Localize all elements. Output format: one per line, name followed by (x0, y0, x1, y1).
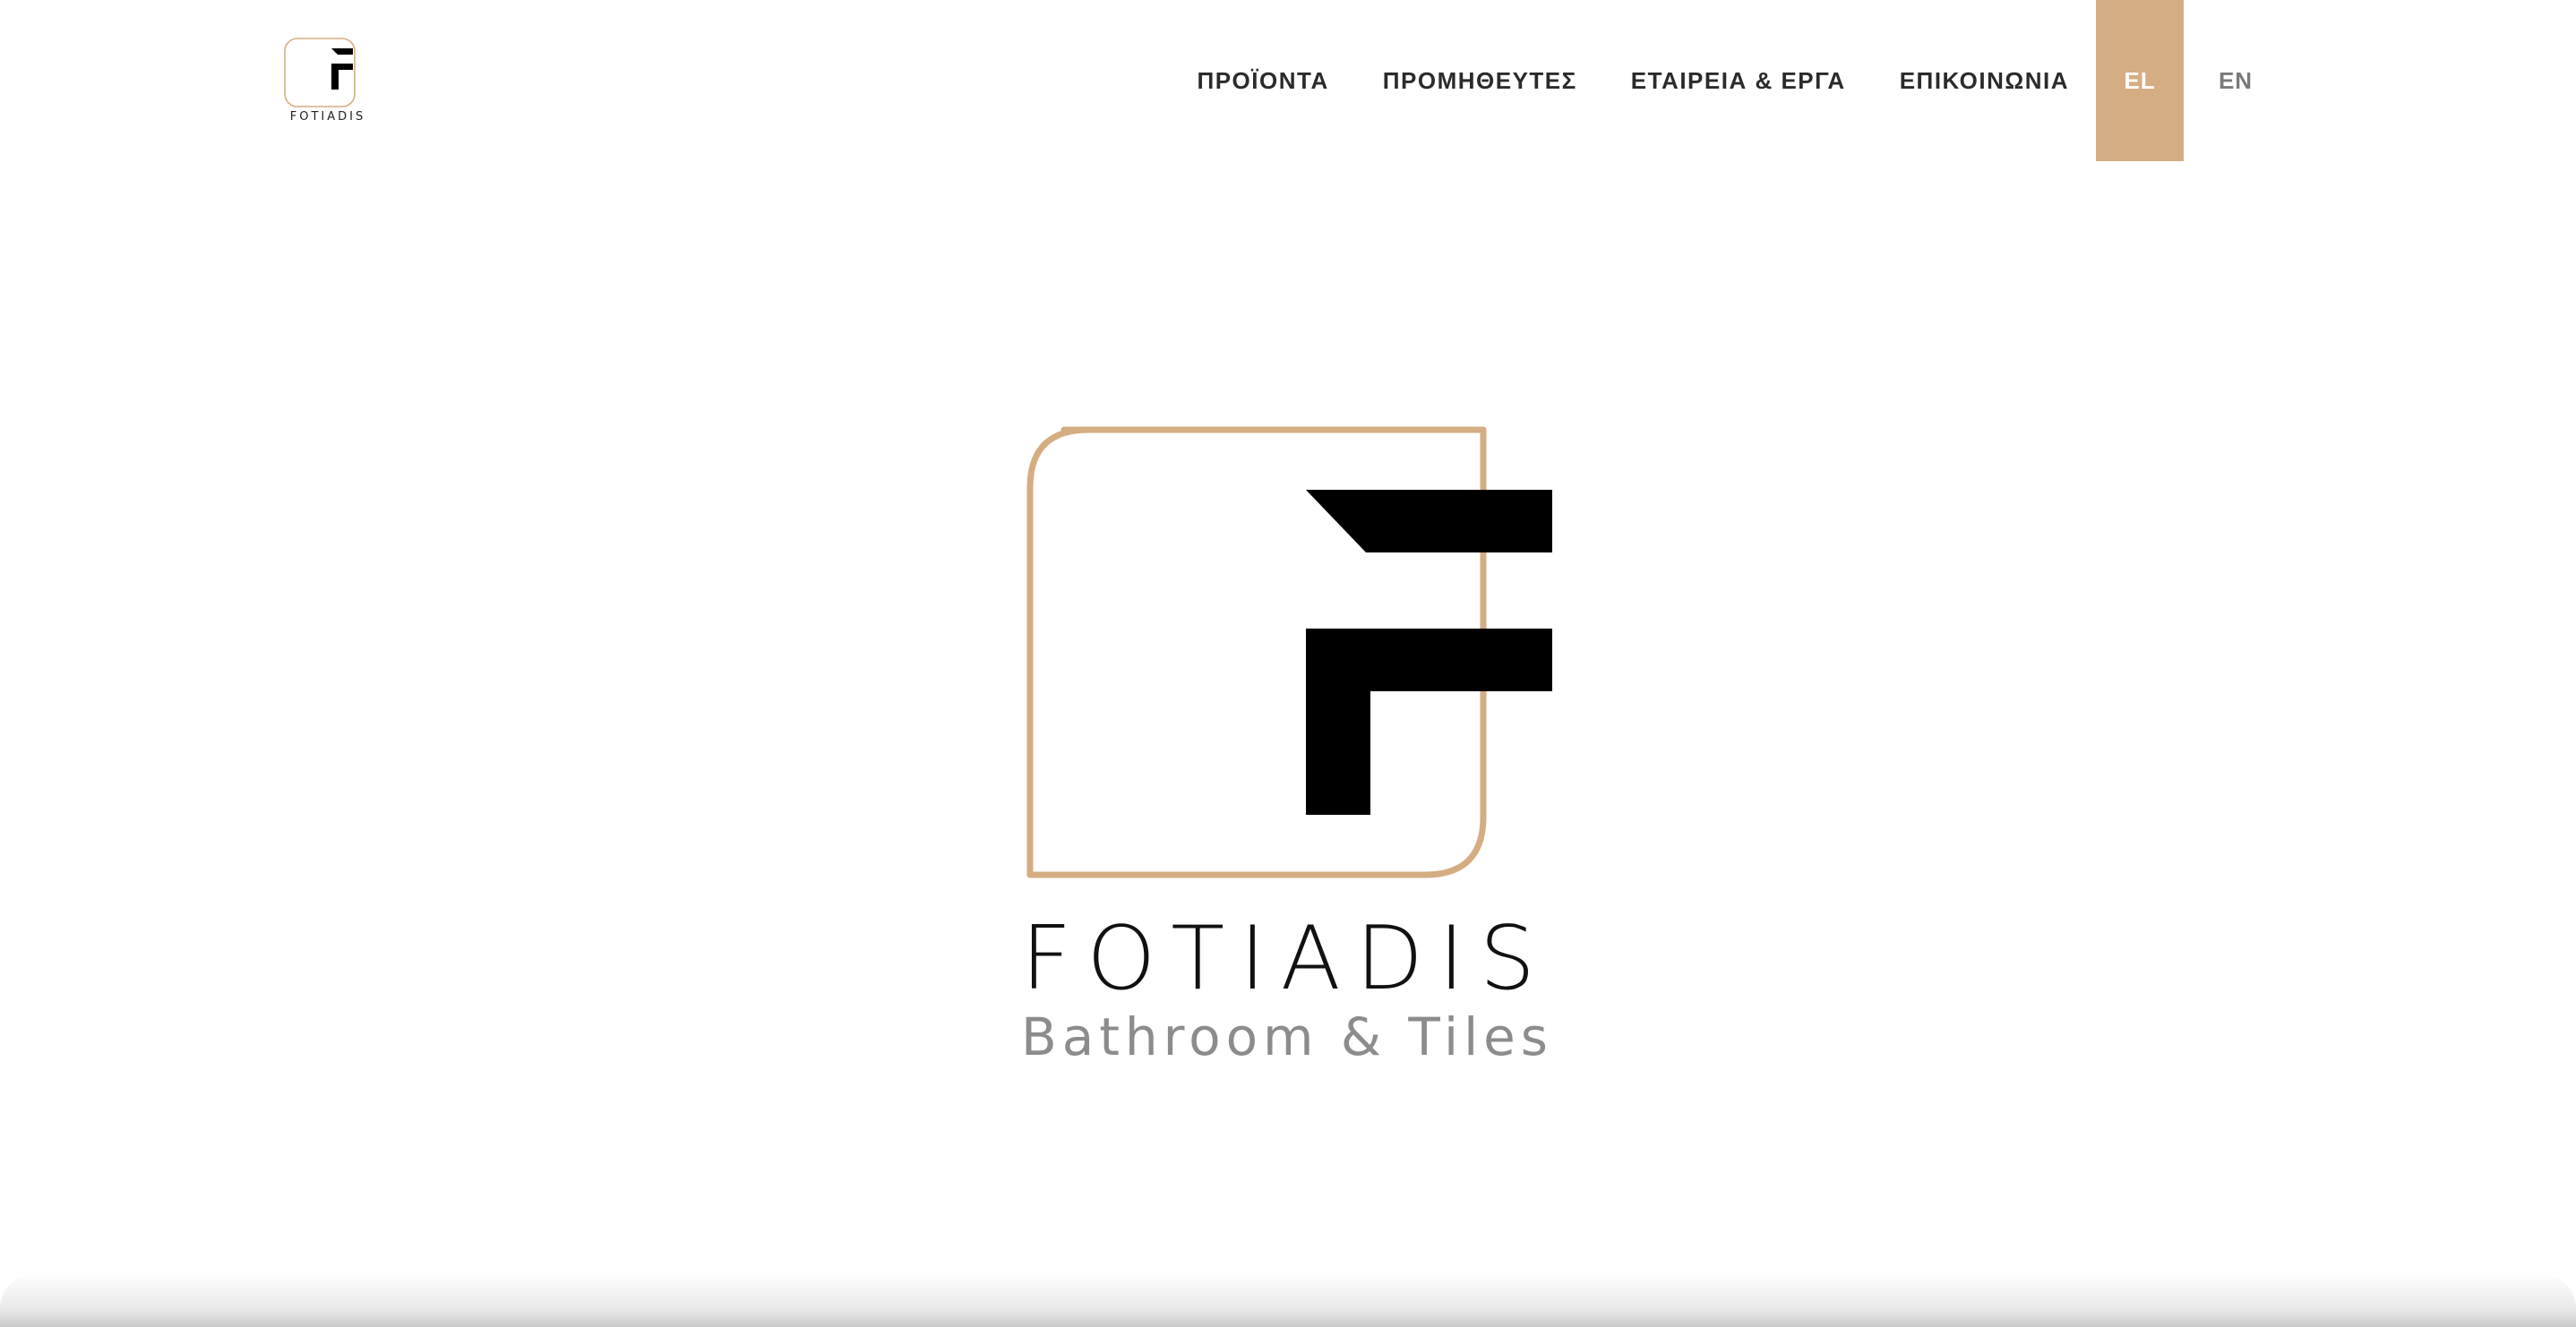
nav-item-suppliers[interactable]: ΠΡΟΜΗΘΕΥΤΕΣ (1356, 0, 1604, 161)
logo-f-bottom-icon (331, 64, 353, 90)
bottom-shadow (0, 1273, 2576, 1327)
language-el-button[interactable]: EL (2096, 0, 2184, 161)
site-header: FOTIADIS ΠΡΟΪΟΝΤΑ ΠΡΟΜΗΘΕΥΤΕΣ ΕΤΑΙΡΕΙΑ &… (0, 0, 2576, 161)
nav-item-products[interactable]: ΠΡΟΪΟΝΤΑ (1170, 0, 1355, 161)
hero-brand-name: FOTIADIS (1021, 908, 1555, 1010)
hero-logo-f-bottom-icon (1306, 629, 1552, 815)
main-nav: ΠΡΟΪΟΝΤΑ ΠΡΟΜΗΘΕΥΤΕΣ ΕΤΑΙΡΕΙΑ & ΕΡΓΑ ΕΠΙ… (1170, 0, 2288, 161)
header-logo[interactable]: FOTIADIS (283, 36, 373, 125)
page: FOTIADIS ΠΡΟΪΟΝΤΑ ΠΡΟΜΗΘΕΥΤΕΣ ΕΤΑΙΡΕΙΑ &… (0, 0, 2576, 1327)
nav-item-contact[interactable]: ΕΠΙΚΟΙΝΩΝΙΑ (1873, 0, 2096, 161)
hero-tagline: Bathroom & Tiles (1021, 1006, 1555, 1067)
logo-f-top-icon (331, 48, 353, 55)
hero-wordmark: FOTIADIS Bathroom & Tiles (1021, 908, 1555, 1067)
hero-logo-f-top-icon (1306, 490, 1552, 552)
header-logo-wordmark: FOTIADIS (290, 110, 365, 124)
nav-item-company-projects[interactable]: ΕΤΑΙΡΕΙΑ & ΕΡΓΑ (1604, 0, 1873, 161)
language-en-button[interactable]: EN (2184, 0, 2288, 161)
